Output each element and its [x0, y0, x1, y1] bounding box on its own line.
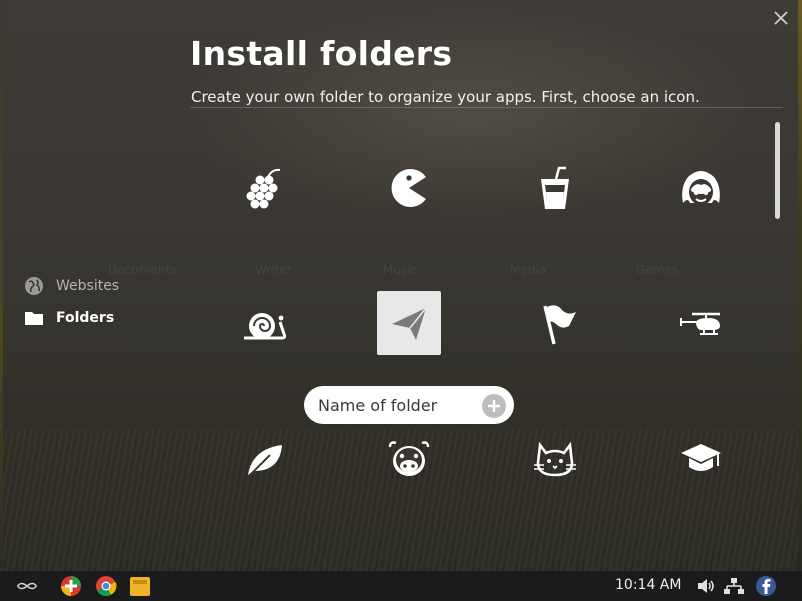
globe-icon: [24, 276, 44, 296]
title-divider: [190, 107, 783, 108]
bg-label-writer: Writer: [255, 263, 292, 277]
page-title: Install folders: [190, 34, 453, 73]
folder-icon: [24, 308, 44, 328]
icon-option-flag[interactable]: [523, 291, 587, 355]
girl-face-icon: [682, 171, 720, 205]
app-store-icon: [61, 576, 81, 596]
close-icon: [774, 11, 788, 25]
taskbar: [0, 571, 802, 601]
sidebar-item-label: Folders: [56, 310, 115, 326]
grapes-icon: [246, 168, 281, 209]
icon-option-grapes[interactable]: [231, 156, 295, 220]
folder-name-input[interactable]: [316, 394, 480, 416]
taskbar-clock[interactable]: 10:14 AM: [615, 577, 681, 593]
icon-option-pacman[interactable]: [377, 156, 441, 220]
icon-option-graduation-cap[interactable]: [669, 426, 733, 490]
icon-option-snail[interactable]: [231, 291, 295, 355]
pacman-icon: [391, 169, 426, 207]
plus-icon: [488, 400, 500, 412]
icon-option-helicopter[interactable]: [669, 291, 733, 355]
left-edge: [0, 0, 3, 571]
chrome-button[interactable]: [95, 575, 117, 597]
icon-option-cow[interactable]: [377, 426, 441, 490]
cat-icon: [534, 441, 576, 477]
sidebar-item-websites[interactable]: Websites: [24, 275, 119, 297]
graduation-cap-icon: [681, 444, 721, 471]
icon-option-paper-plane[interactable]: [377, 291, 441, 355]
leaf-icon: [247, 445, 282, 478]
endless-menu-button[interactable]: [16, 575, 38, 597]
drink-cup-icon: [541, 166, 569, 209]
right-edge: [798, 0, 802, 571]
icon-option-girl[interactable]: [669, 156, 733, 220]
volume-button[interactable]: [695, 575, 717, 597]
sidebar-item-folders[interactable]: Folders: [24, 307, 114, 329]
cow-icon: [388, 441, 430, 476]
paper-plane-icon: [392, 307, 427, 340]
network-icon: [724, 578, 744, 594]
volume-icon: [698, 579, 714, 593]
icon-option-drink[interactable]: [523, 156, 587, 220]
close-button[interactable]: [772, 10, 790, 28]
page-subtitle: Create your own folder to organize your …: [191, 88, 700, 106]
network-button[interactable]: [723, 575, 745, 597]
sidebar-item-label: Websites: [56, 278, 120, 294]
bg-label-music: Music: [383, 263, 418, 277]
files-icon: [130, 577, 150, 596]
app-store-button[interactable]: [60, 575, 82, 597]
helicopter-icon: [680, 312, 720, 335]
flag-icon: [543, 305, 576, 345]
files-button[interactable]: [129, 575, 151, 597]
icon-option-leaf[interactable]: [231, 426, 295, 490]
bg-label-games: Games: [636, 263, 678, 277]
facebook-icon: [756, 576, 776, 596]
bg-label-media: Media: [510, 263, 547, 277]
chrome-icon: [96, 576, 117, 597]
facebook-button[interactable]: [755, 575, 777, 597]
scrollbar-thumb[interactable]: [775, 122, 780, 219]
endless-logo-icon: [16, 582, 38, 590]
icon-option-cat[interactable]: [523, 426, 587, 490]
snail-icon: [244, 313, 286, 340]
add-folder-button[interactable]: [482, 394, 506, 418]
